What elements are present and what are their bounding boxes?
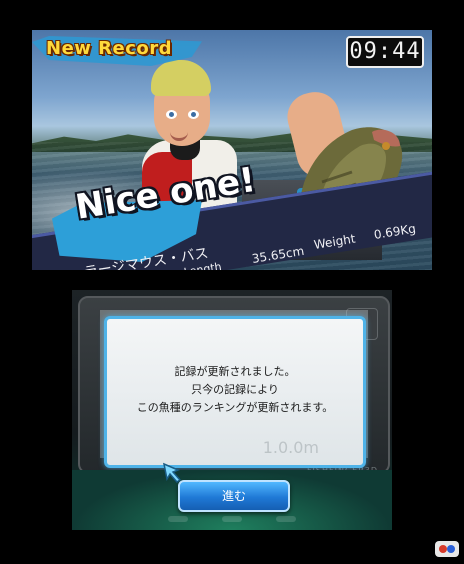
gamer-logo-icon: [435, 541, 459, 557]
record-update-dialog: 記録が更新されました。 只今の記録により この魚種のランキングが更新されます。 …: [104, 316, 366, 468]
touch-hint: [168, 516, 188, 522]
angler-eye-right: [188, 110, 199, 119]
dialog-line: この魚種のランキングが更新されます。: [136, 401, 334, 414]
dialog-line: 只今の記録により: [191, 383, 279, 396]
new-record-badge: New Record: [46, 38, 173, 59]
game-timer: 09:44: [346, 36, 424, 68]
angler-hair: [151, 60, 211, 96]
angler-eye-left: [166, 110, 177, 119]
dialog-line: 記録が更新されました。: [174, 365, 296, 378]
next-button[interactable]: 進む: [178, 480, 290, 512]
touch-hint: [222, 516, 242, 522]
sonar-depth-reading: 1.0.0m: [262, 438, 319, 457]
touch-hint: [276, 516, 296, 522]
bottom-screen: FISHFINGER3D 記録が更新されました。 只今の記録により この魚種のラ…: [72, 290, 392, 530]
top-screen: New Record 09:44 Nice one! ラージマウス・バス Len…: [32, 30, 432, 270]
